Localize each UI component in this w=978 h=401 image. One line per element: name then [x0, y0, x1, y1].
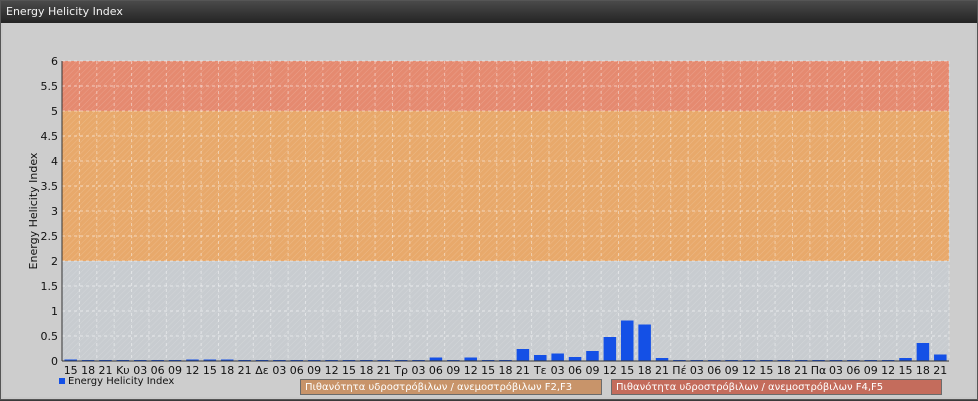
x-tick-label: 15: [481, 364, 495, 377]
y-tick-label: 3: [51, 205, 58, 218]
x-tick-label: 09: [585, 364, 599, 377]
y-tick-label: 1.5: [41, 280, 59, 293]
y-tick-label: 4: [51, 155, 58, 168]
bar: [534, 355, 547, 361]
x-tick-label: 18: [916, 364, 930, 377]
bar: [638, 324, 651, 361]
x-tick-label: 06: [429, 364, 443, 377]
y-tick-label: 2.5: [41, 230, 59, 243]
bar: [620, 320, 634, 361]
x-tick-label: 12: [464, 364, 478, 377]
y-tick-label: 2: [51, 255, 58, 268]
x-tick-label: 15: [342, 364, 356, 377]
x-tick-label: 06: [568, 364, 582, 377]
x-tick-label: Πα: [811, 364, 827, 377]
bar: [464, 357, 477, 361]
x-tick-label: 09: [307, 364, 321, 377]
x-tick-label: 03: [272, 364, 286, 377]
legend[interactable]: Energy Helicity Index: [59, 376, 174, 387]
band-f4-f5-button[interactable]: Πιθανότητα υδροστρόβιλων / ανεμοστρόβιλω…: [611, 379, 942, 395]
bar: [551, 353, 564, 361]
x-tick-label: 06: [707, 364, 721, 377]
x-tick-label: 09: [725, 364, 739, 377]
bar: [429, 357, 443, 361]
x-tick-label: Τε: [533, 364, 547, 377]
y-tick-label: 5: [51, 105, 58, 118]
x-tick-label: 21: [933, 364, 947, 377]
x-tick-label: Τρ: [393, 364, 408, 377]
x-tick-label: 06: [290, 364, 304, 377]
x-tick-label: Δε: [255, 364, 269, 377]
x-tick-label: 03: [829, 364, 843, 377]
x-tick-label: 09: [446, 364, 460, 377]
legend-swatch: [59, 378, 65, 384]
x-tick-label: 18: [220, 364, 234, 377]
bar: [603, 337, 617, 361]
legend-label: Energy Helicity Index: [68, 376, 175, 387]
y-tick-label: 6: [51, 55, 58, 68]
bar: [934, 354, 947, 361]
x-tick-label: 12: [881, 364, 895, 377]
x-tick-label: 21: [516, 364, 530, 377]
x-tick-label: 15: [759, 364, 773, 377]
x-tick-label: 15: [203, 364, 217, 377]
x-tick-label: 18: [359, 364, 373, 377]
x-tick-label: 03: [551, 364, 565, 377]
y-tick-label: 3.5: [41, 180, 59, 193]
bar: [916, 343, 930, 361]
x-tick-label: 21: [238, 364, 252, 377]
y-tick-label: 4.5: [41, 130, 59, 143]
y-tick-label: 0: [51, 355, 58, 368]
bar: [586, 351, 599, 361]
y-tick-label: 5.5: [41, 80, 59, 93]
chart-window: Energy Helicity Index 0 0.5 1 1.5 2 2.5 3 3.5 4 4…: [0, 0, 978, 400]
x-tick-label: 15: [899, 364, 913, 377]
y-tick-label: 0.5: [41, 330, 59, 343]
x-tick-label: 03: [690, 364, 704, 377]
bar: [516, 349, 530, 361]
x-tick-label: Πέ: [672, 364, 686, 377]
x-tick-label: 03: [412, 364, 426, 377]
x-tick-label: 18: [499, 364, 513, 377]
bar: [568, 357, 582, 361]
x-tick-label: 09: [864, 364, 878, 377]
band-f2-f3-button[interactable]: Πιθανότητα υδροστρόβιλων / ανεμοστρόβιλω…: [300, 379, 602, 395]
x-tick-label: 15: [620, 364, 634, 377]
y-tick-label: 1: [51, 305, 58, 318]
x-tick-label: 21: [655, 364, 669, 377]
y-axis-label: Energy Helicity Index: [27, 152, 40, 269]
x-tick-label: 12: [603, 364, 617, 377]
x-tick-label: 12: [742, 364, 756, 377]
energy-helicity-chart: 00.511.522.533.544.555.5615 18 21 Κυ 03 06 09 1…: [27, 55, 950, 377]
x-tick-label: 12: [185, 364, 199, 377]
x-tick-label: 12: [325, 364, 339, 377]
x-tick-label: 18: [638, 364, 652, 377]
x-tick-label: 21: [794, 364, 808, 377]
x-tick-label: 06: [846, 364, 860, 377]
x-tick-label: 18: [777, 364, 791, 377]
x-tick-label: 21: [377, 364, 391, 377]
